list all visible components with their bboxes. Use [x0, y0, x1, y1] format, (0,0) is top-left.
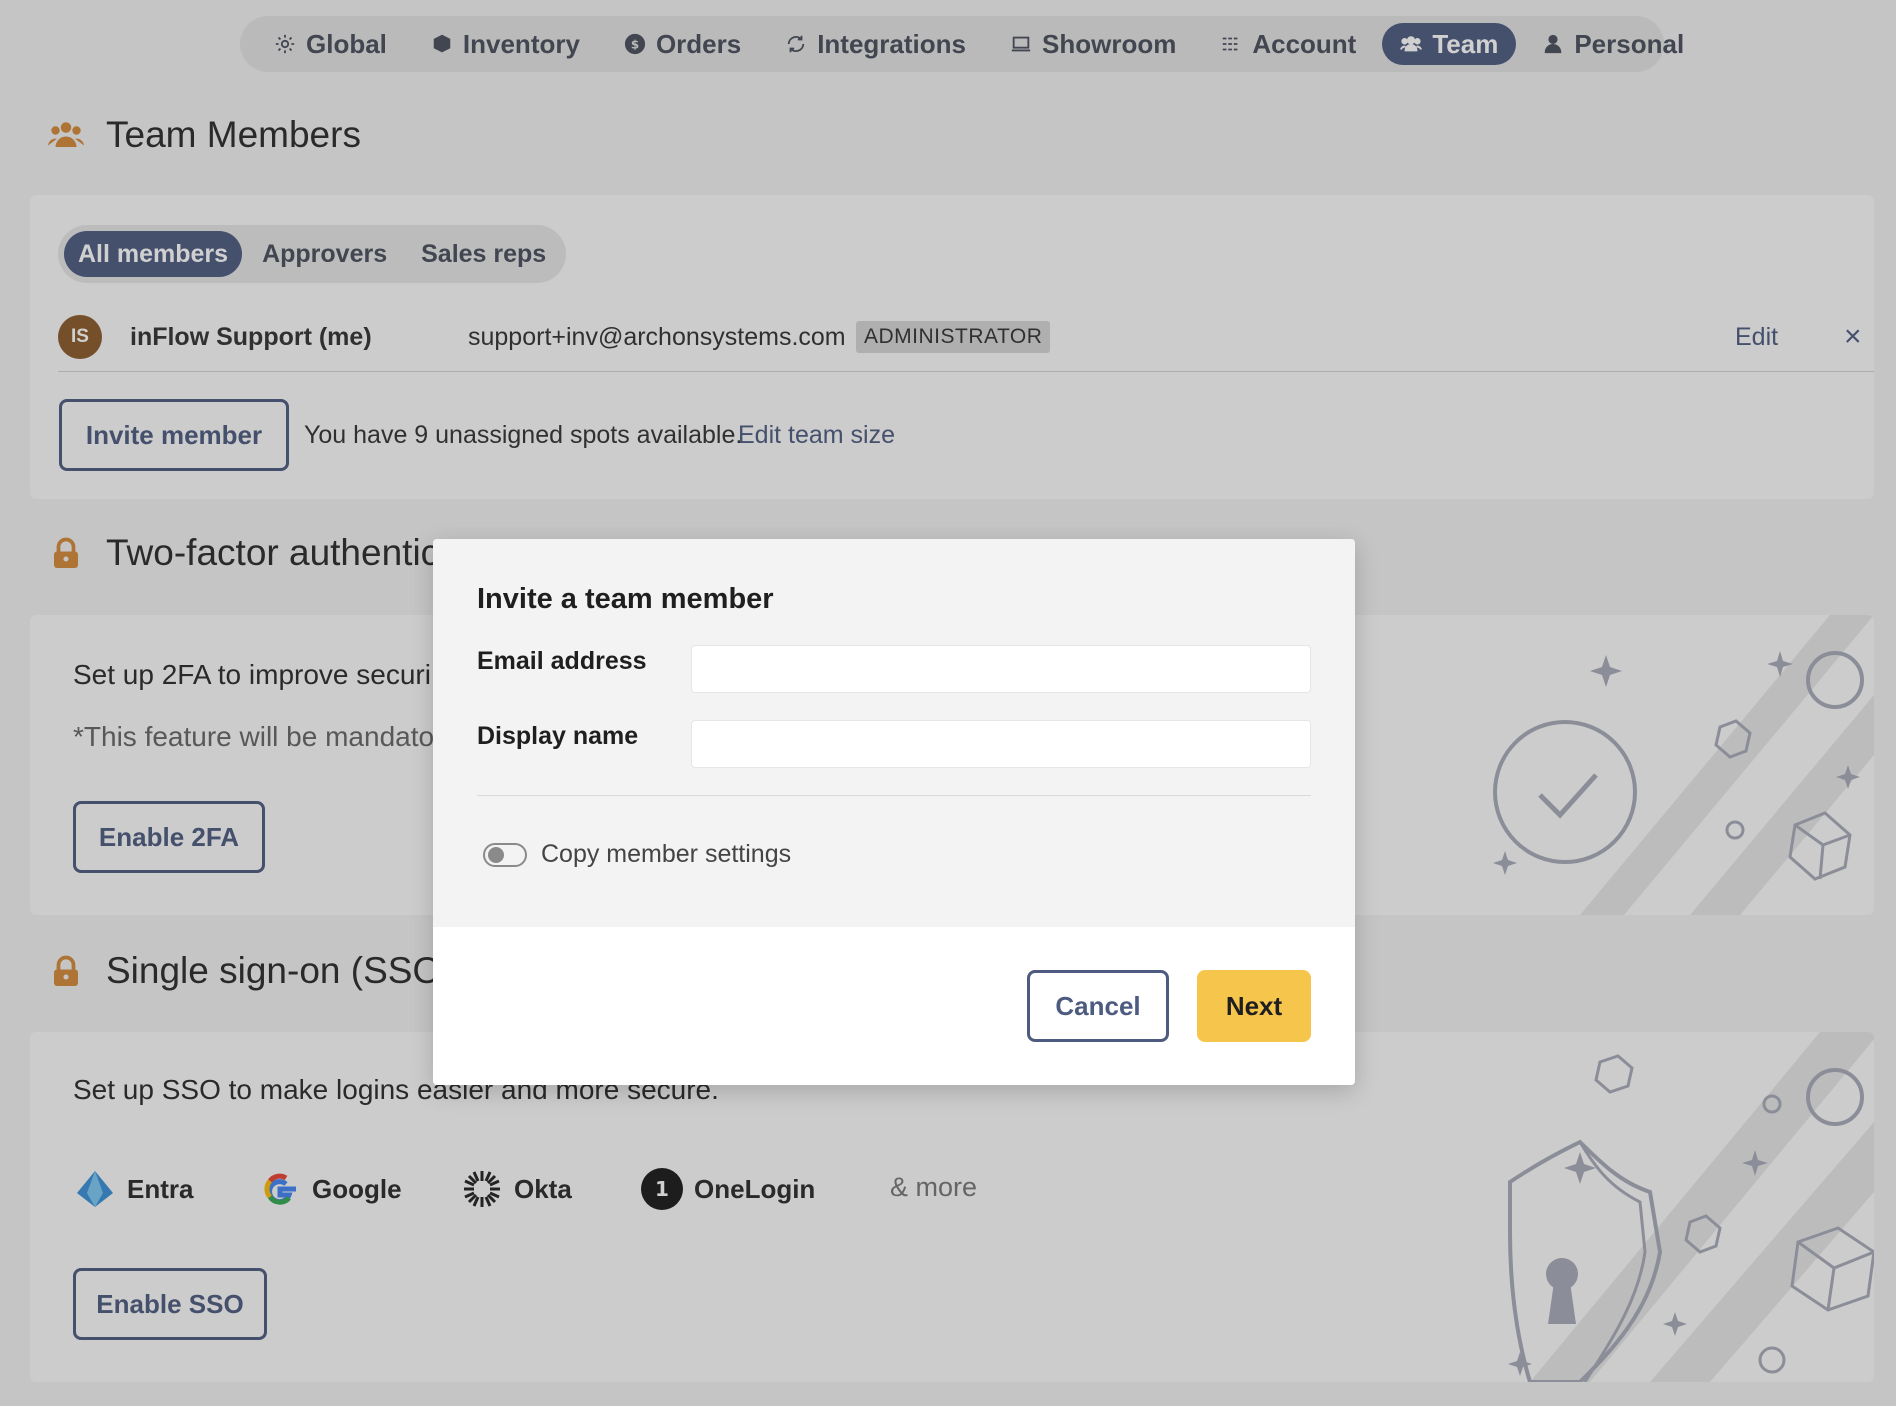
- divider: [477, 795, 1311, 796]
- display-name-field[interactable]: [691, 720, 1311, 768]
- copy-settings-toggle[interactable]: [483, 843, 527, 867]
- copy-settings-label: Copy member settings: [541, 840, 792, 868]
- email-label: Email address: [477, 647, 647, 675]
- dialog-title: Invite a team member: [477, 583, 774, 615]
- email-field[interactable]: [691, 645, 1311, 693]
- display-name-label: Display name: [477, 722, 639, 750]
- invite-member-dialog: Invite a team member Email address Displ…: [433, 539, 1355, 1085]
- toggle-knob: [488, 847, 504, 863]
- cancel-button[interactable]: Cancel: [1027, 970, 1169, 1042]
- dialog-body: Invite a team member Email address Displ…: [433, 539, 1355, 927]
- next-button[interactable]: Next: [1197, 970, 1311, 1042]
